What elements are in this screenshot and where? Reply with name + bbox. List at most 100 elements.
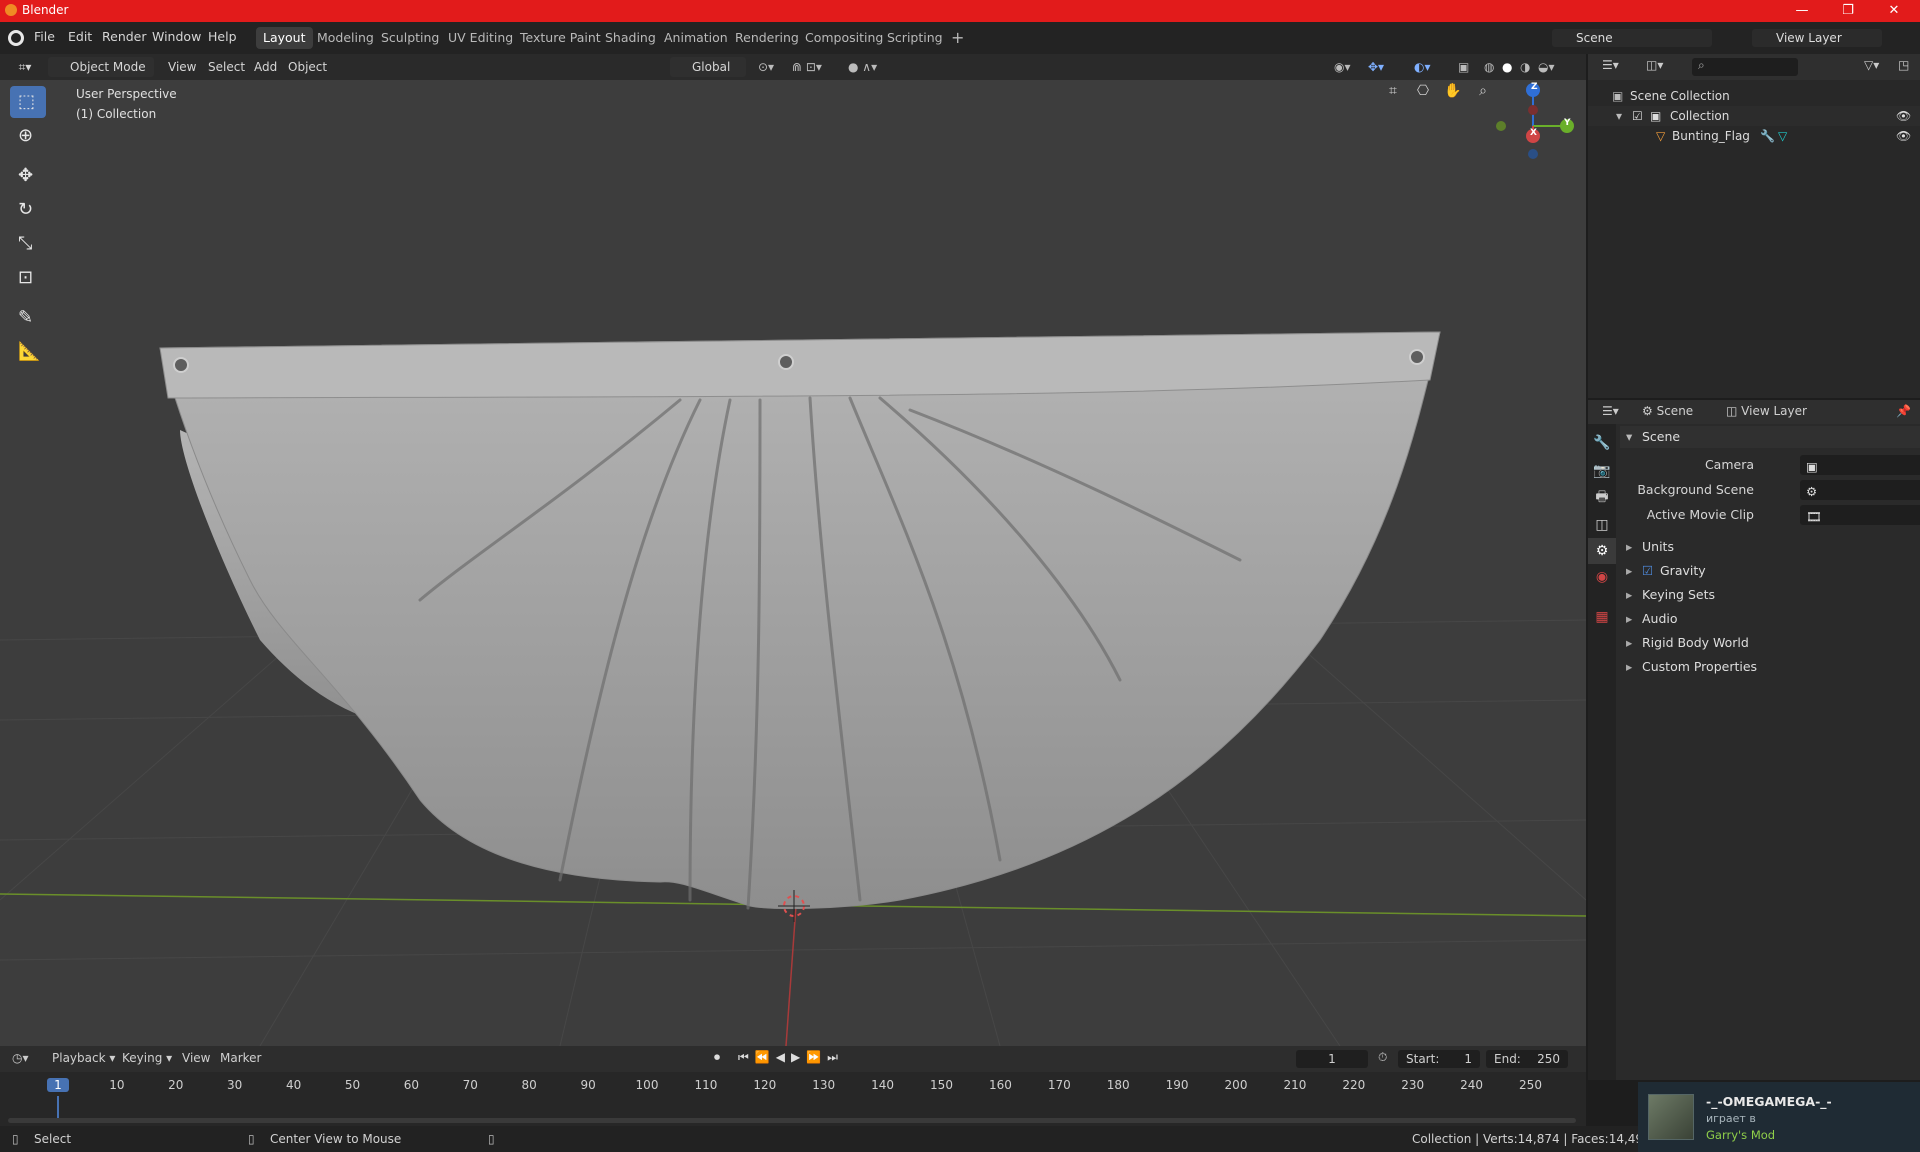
menu-add[interactable]: Add <box>254 57 277 77</box>
3d-viewport[interactable]: ⌗ ⎔ ✋ ⌕ Z Y X <box>0 80 1586 1046</box>
mesh-data-icon[interactable]: ▽ <box>1778 126 1787 146</box>
editor-type-icon[interactable]: ⌗▾ <box>10 57 40 77</box>
checkbox-icon[interactable]: ☑ <box>1632 106 1643 126</box>
scale-tool[interactable]: ⤡ <box>10 228 46 260</box>
overlay-toggle-icon[interactable]: ◐▾ <box>1414 57 1431 77</box>
panel-gravity[interactable]: ▸ ☑ Gravity <box>1620 560 1920 582</box>
eye-icon[interactable]: 👁 <box>1896 126 1911 146</box>
outliner-search-input[interactable]: ⌕ <box>1692 58 1798 76</box>
panel-audio[interactable]: ▸ Audio <box>1620 608 1920 630</box>
view-layer-selector[interactable]: View Layer <box>1752 29 1882 47</box>
rotate-tool[interactable]: ↻ <box>10 194 46 226</box>
mode-dropdown[interactable]: Object Mode <box>48 57 154 77</box>
gizmo-x-label[interactable]: X <box>1530 128 1537 138</box>
render-tab-icon[interactable]: 📷 <box>1588 458 1616 484</box>
menu-select[interactable]: Select <box>208 57 245 77</box>
menu-render[interactable]: Render <box>102 29 147 44</box>
select-box-tool[interactable]: ⬚ <box>10 86 46 118</box>
menu-object[interactable]: Object <box>288 57 327 77</box>
blender-menu-icon[interactable] <box>8 30 24 46</box>
transform-orientation-dropdown[interactable]: Global <box>670 57 746 77</box>
menu-timeline-view[interactable]: View <box>182 1051 210 1065</box>
menu-playback[interactable]: Playback ▾ <box>52 1051 115 1065</box>
close-button[interactable]: ✕ <box>1872 0 1916 22</box>
playhead[interactable] <box>57 1096 59 1120</box>
timeline-editor-icon[interactable]: ◷▾ <box>12 1051 29 1065</box>
proportional-edit-icon[interactable]: ● ∧▾ <box>848 57 877 77</box>
tab-animation[interactable]: Animation <box>657 27 735 49</box>
menu-window[interactable]: Window <box>152 29 201 44</box>
world-tab-icon[interactable]: ◉ <box>1588 564 1616 590</box>
gizmo-z-label[interactable]: Z <box>1531 82 1538 92</box>
wireframe-shading-icon[interactable]: ◍ <box>1484 57 1494 77</box>
pin-icon[interactable]: 📌 <box>1896 404 1911 418</box>
menu-edit[interactable]: Edit <box>68 29 92 44</box>
eye-icon[interactable]: 👁 <box>1896 106 1911 126</box>
transform-tool[interactable]: ⊡ <box>10 262 46 294</box>
tab-sculpting[interactable]: Sculpting <box>374 27 446 49</box>
display-mode-icon[interactable]: ◫▾ <box>1646 58 1663 72</box>
scene-panel-header[interactable]: ▾ Scene <box>1620 426 1920 448</box>
scene-selector[interactable]: Scene <box>1552 29 1712 47</box>
active-movie-clip-field[interactable]: 🎞 <box>1800 505 1920 525</box>
material-shading-icon[interactable]: ◑ <box>1520 57 1530 77</box>
annotate-tool[interactable]: ✎ <box>10 302 46 334</box>
panel-keying-sets[interactable]: ▸ Keying Sets <box>1620 584 1920 606</box>
view-layer-tab-icon[interactable]: ◫ <box>1588 512 1616 538</box>
outliner-row-bunting-flag[interactable]: ▽ Bunting_Flag 🔧 ▽ 👁 <box>1588 126 1920 146</box>
tab-compositing[interactable]: Compositing <box>798 27 890 49</box>
background-scene-field[interactable]: ⚙ <box>1800 480 1920 500</box>
add-workspace-icon[interactable]: + <box>944 27 971 49</box>
rendered-shading-icon[interactable]: ◒▾ <box>1538 57 1555 77</box>
properties-editor-icon[interactable]: ☰▾ <box>1602 404 1619 418</box>
outliner-editor-icon[interactable]: ☰▾ <box>1602 58 1619 72</box>
gravity-checkbox[interactable]: ☑ <box>1642 560 1653 582</box>
snap-icon[interactable]: ⋒ ⊡▾ <box>792 57 822 77</box>
modifier-wrench-icon[interactable]: 🔧 <box>1760 126 1775 146</box>
tab-rendering[interactable]: Rendering <box>728 27 806 49</box>
xray-icon[interactable]: ▣ <box>1458 57 1469 77</box>
texture-tab-icon[interactable]: ▦ <box>1588 604 1616 630</box>
maximize-button[interactable]: ❐ <box>1826 0 1870 22</box>
menu-view[interactable]: View <box>168 57 196 77</box>
preview-range-icon[interactable]: ⏱ <box>1378 1050 1387 1065</box>
filter-icon[interactable]: ▽▾ <box>1864 58 1879 72</box>
tab-uv-editing[interactable]: UV Editing <box>441 27 520 49</box>
measure-tool[interactable]: 📐 <box>10 336 46 368</box>
tab-modeling[interactable]: Modeling <box>310 27 381 49</box>
tab-layout[interactable]: Layout <box>256 27 313 49</box>
scene-tab-icon[interactable]: ⚙ <box>1588 538 1616 564</box>
tab-scripting[interactable]: Scripting <box>880 27 950 49</box>
panel-custom-properties[interactable]: ▸ Custom Properties <box>1620 656 1920 678</box>
tool-tab-icon[interactable]: 🔧 <box>1588 430 1616 456</box>
menu-keying[interactable]: Keying ▾ <box>122 1051 172 1065</box>
output-tab-icon[interactable]: 🖶 <box>1588 484 1616 510</box>
minimize-button[interactable]: — <box>1780 0 1824 22</box>
new-collection-icon[interactable]: ◳ <box>1898 58 1909 72</box>
current-frame-field[interactable]: 1 <box>1296 1050 1368 1068</box>
start-frame-field[interactable]: Start: 1 <box>1398 1050 1480 1068</box>
playback-controls[interactable]: ⏮⏪◀▶⏩⏭ <box>738 1050 844 1065</box>
tab-shading[interactable]: Shading <box>598 27 663 49</box>
panel-units[interactable]: ▸ Units <box>1620 536 1920 558</box>
solid-shading-icon[interactable]: ● <box>1502 57 1512 77</box>
gizmo-y-label[interactable]: Y <box>1564 118 1571 128</box>
timeline-scrollbar[interactable] <box>8 1118 1576 1123</box>
gizmo-toggle-icon[interactable]: ✥▾ <box>1368 57 1384 77</box>
visibility-icon[interactable]: ◉▾ <box>1334 57 1351 77</box>
move-tool[interactable]: ✥ <box>10 160 46 192</box>
menu-file[interactable]: File <box>34 29 55 44</box>
record-icon[interactable]: ⏺ <box>714 1050 720 1065</box>
cursor-tool[interactable]: ⊕ <box>10 120 46 152</box>
panel-rigid-body-world[interactable]: ▸ Rigid Body World <box>1620 632 1920 654</box>
camera-field[interactable]: ▣✎ <box>1800 455 1920 475</box>
end-frame-field[interactable]: End: 250 <box>1486 1050 1568 1068</box>
expand-arrow-icon[interactable]: ▾ <box>1616 106 1622 126</box>
tab-texture-paint[interactable]: Texture Paint <box>513 27 608 49</box>
outliner-row-collection[interactable]: ▾ ☑ ▣ Collection 👁 <box>1588 106 1920 126</box>
outliner-row-scene-collection[interactable]: ▣ Scene Collection <box>1588 86 1920 106</box>
menu-marker[interactable]: Marker <box>220 1051 261 1065</box>
game-notification[interactable]: -_-OMEGAMEGA-_- играет в Garry's Mod <box>1638 1082 1920 1152</box>
menu-help[interactable]: Help <box>208 29 237 44</box>
pivot-icon[interactable]: ⊙▾ <box>758 57 774 77</box>
